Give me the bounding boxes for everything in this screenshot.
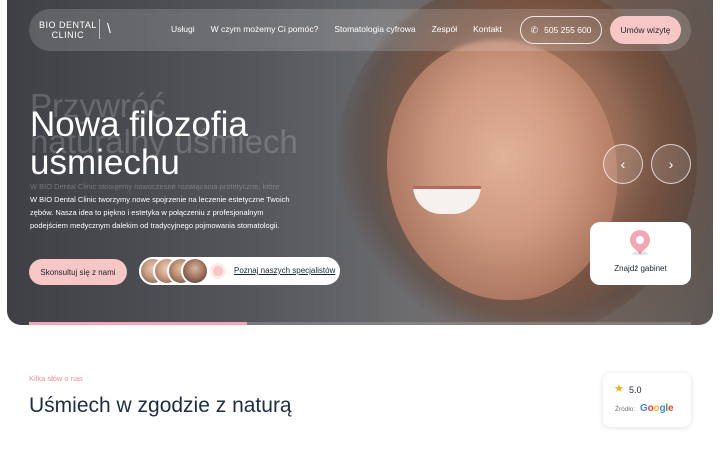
pulse-dot-icon [213, 266, 223, 276]
map-pin-icon [625, 225, 655, 255]
section-title: Uśmiech w zgodzie z naturą [29, 394, 292, 417]
logo-line-2: CLINIC [51, 30, 85, 40]
phone-button[interactable]: ✆ 505 255 600 [520, 16, 602, 44]
hero-headline: Nowa filozofia uśmiechu [30, 105, 248, 182]
chevron-right-icon: › [668, 156, 674, 172]
nav-item-uslugi[interactable]: Usługi [171, 24, 195, 34]
find-clinic-label: Znajdź gabinet [614, 264, 667, 273]
phone-icon: ✆ [530, 24, 539, 35]
slider-prev-button[interactable]: ‹ [603, 144, 643, 184]
logo-line-1: BIO DENTAL [39, 20, 97, 30]
consult-button[interactable]: Skonsultuj się z nami [29, 259, 127, 285]
rating-source-label: Źródło: [615, 406, 636, 413]
book-visit-button[interactable]: Umów wizytę [610, 16, 681, 44]
find-clinic-card[interactable]: Znajdź gabinet [590, 222, 691, 285]
logo-mark-icon: \ [107, 20, 111, 36]
specialists-link[interactable]: Poznaj naszych specjalistów [234, 266, 335, 275]
main-nav: Usługi W czym możemy Ci pomóc? Stomatolo… [171, 24, 502, 34]
nav-item-team[interactable]: Zespół [432, 24, 458, 34]
star-icon: ★ [614, 383, 624, 395]
nav-item-help[interactable]: W czym możemy Ci pomóc? [211, 24, 319, 34]
logo[interactable]: BIO DENTAL CLINIC [39, 20, 97, 40]
map-pin-shadow [632, 252, 648, 255]
phone-number: 505 255 600 [544, 25, 592, 35]
hero-ghost-description: W BIO Dental Clinic stosujemy nowoczesne… [30, 182, 280, 191]
hero-description: W BIO Dental Clinic tworzymy nowe spojrz… [30, 195, 290, 230]
logo-divider [99, 19, 100, 39]
chevron-left-icon: ‹ [620, 156, 626, 172]
rating-value: 5.0 [629, 385, 642, 395]
top-navbar: BIO DENTAL CLINIC \ Usługi W czym możemy… [29, 9, 691, 51]
section-kicker: Kilka słów o nas [29, 374, 83, 383]
nav-item-contact[interactable]: Kontakt [473, 24, 502, 34]
slider-progress-fill [29, 322, 248, 325]
nav-item-digital[interactable]: Stomatologia cyfrowa [334, 24, 415, 34]
google-rating-card[interactable]: ★ 5.0 Źródło: Google [603, 373, 691, 427]
slider-progress [29, 322, 691, 325]
google-logo: Google [640, 403, 674, 414]
specialists-pill[interactable]: Poznaj naszych specjalistów [139, 257, 340, 285]
avatar [181, 257, 209, 285]
slider-next-button[interactable]: › [651, 144, 691, 184]
